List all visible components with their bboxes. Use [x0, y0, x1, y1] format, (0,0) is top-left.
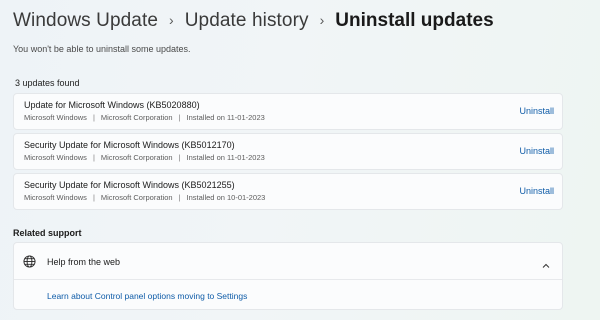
meta-divider: | — [92, 153, 95, 162]
page-title: Uninstall updates — [335, 10, 494, 31]
help-from-web-header[interactable]: Help from the web — [14, 243, 562, 280]
update-row: Security Update for Microsoft Windows (K… — [13, 173, 563, 210]
update-installed-date: Installed on 10-01-2023 — [186, 193, 266, 202]
meta-divider: | — [92, 193, 95, 202]
update-installed-date: Installed on 11-01-2023 — [186, 153, 265, 162]
meta-divider: | — [92, 113, 95, 122]
uninstall-button[interactable]: Uninstall — [519, 106, 554, 116]
chevron-up-icon[interactable] — [542, 257, 550, 268]
related-support-heading: Related support — [13, 228, 82, 238]
update-product: Microsoft Windows — [24, 193, 87, 202]
update-row: Security Update for Microsoft Windows (K… — [13, 133, 563, 170]
update-product: Microsoft Windows — [24, 113, 87, 122]
breadcrumb-update-history[interactable]: Update history — [185, 10, 309, 32]
meta-divider: | — [178, 113, 181, 122]
uninstall-button[interactable]: Uninstall — [519, 146, 554, 156]
updates-count: 3 updates found — [15, 78, 80, 88]
breadcrumb: Windows Update › Update history › Uninst… — [13, 10, 494, 32]
meta-divider: | — [178, 193, 181, 202]
update-title: Security Update for Microsoft Windows (K… — [24, 180, 235, 190]
meta-divider: | — [178, 153, 181, 162]
update-title: Security Update for Microsoft Windows (K… — [24, 140, 235, 150]
breadcrumb-separator: › — [169, 12, 174, 28]
page-subtitle: You won't be able to uninstall some upda… — [13, 44, 191, 54]
update-title: Update for Microsoft Windows (KB5020880) — [24, 100, 200, 110]
update-publisher: Microsoft Corporation — [100, 153, 173, 162]
help-from-web-label: Help from the web — [47, 257, 121, 267]
update-product: Microsoft Windows — [24, 153, 87, 162]
update-publisher: Microsoft Corporation — [100, 193, 173, 202]
update-installed-date: Installed on 11-01-2023 — [186, 113, 265, 122]
breadcrumb-separator: › — [319, 12, 325, 28]
update-meta: Microsoft Windows | Microsoft Corporation |… — [24, 193, 265, 202]
update-meta: Microsoft Windows | Microsoft Corporation |… — [24, 153, 265, 162]
breadcrumb-windows-update[interactable]: Windows Update — [13, 10, 158, 32]
globe-icon — [23, 255, 36, 268]
update-publisher: Microsoft Corporation — [100, 113, 173, 122]
update-meta: Microsoft Windows | Microsoft Corporation |… — [24, 113, 265, 122]
related-support-card: Help from the web Learn about Control pa… — [13, 242, 563, 310]
control-panel-settings-link[interactable]: Learn about Control panel options moving… — [47, 291, 247, 301]
update-row: Update for Microsoft Windows (KB5020880)… — [13, 93, 563, 130]
uninstall-button[interactable]: Uninstall — [519, 186, 554, 196]
